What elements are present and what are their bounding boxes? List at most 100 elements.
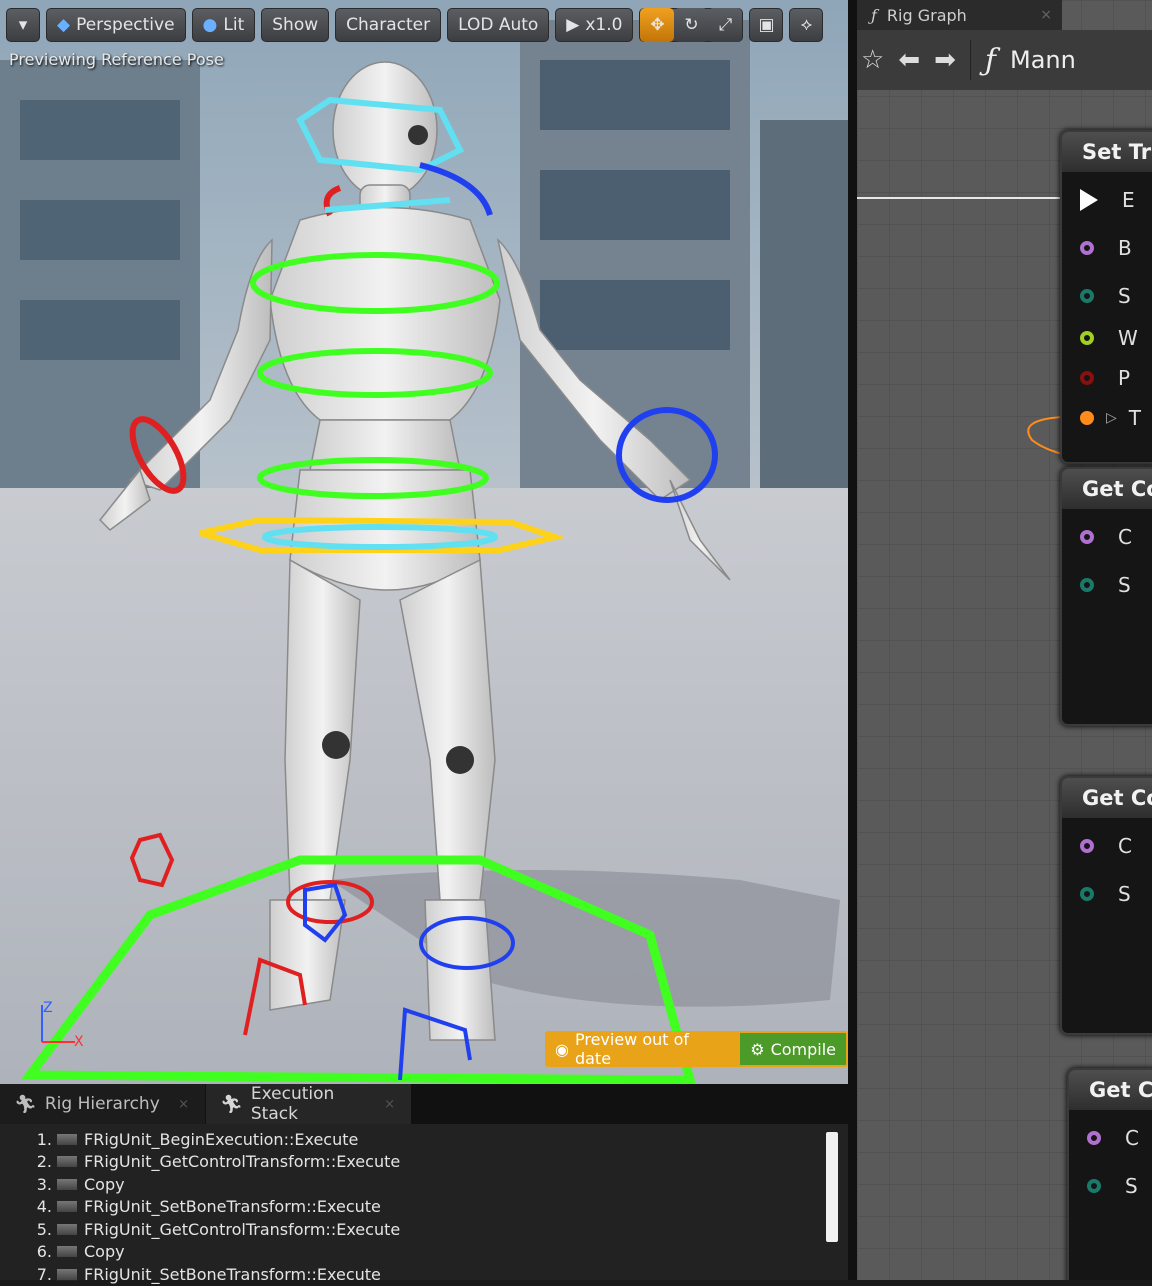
set-transform-node[interactable]: Set Tra E B S W P ▷ T [1060, 130, 1152, 464]
item-label: FRigUnit_SetBoneTransform::Execute [84, 1197, 381, 1217]
expand-arrow-icon[interactable]: ▷ [1106, 410, 1117, 426]
bone-pin[interactable]: B [1080, 236, 1132, 260]
pin-icon [1080, 530, 1094, 544]
item-label: Copy [84, 1242, 125, 1262]
rig-unit-icon [56, 1132, 78, 1146]
star-icon[interactable]: ☆ [861, 45, 884, 75]
list-item[interactable]: 6. Copy [0, 1241, 820, 1264]
back-arrow-icon[interactable]: ⬅ [898, 45, 920, 75]
pin-label: S [1118, 573, 1131, 597]
item-number: 2. [36, 1152, 52, 1172]
pin-icon [1080, 887, 1094, 901]
rotate-icon[interactable]: ↻ [674, 8, 709, 42]
scale-icon[interactable]: ⤢ [708, 8, 743, 42]
snap-icon: ⟡ [800, 15, 813, 35]
exec-pin[interactable]: E [1080, 188, 1135, 212]
rig-unit-icon [56, 1245, 78, 1259]
function-icon: ƒ [871, 5, 877, 25]
tab-rig-graph[interactable]: ƒ Rig Graph × [857, 0, 1062, 30]
control-pin[interactable]: C [1080, 525, 1132, 549]
compile-button[interactable]: ⚙ Compile [738, 1031, 848, 1067]
item-number: 1. [36, 1129, 52, 1149]
gear-icon: ⚙ [750, 1039, 765, 1059]
play-speed-label: x1.0 [585, 15, 623, 35]
pin-icon [1080, 289, 1094, 303]
compile-status-group: ◉ Preview out of date ⚙ Compile [545, 1030, 848, 1068]
coordinate-space-button[interactable]: ▣ [749, 8, 784, 42]
graph-breadcrumb-name: Mann [1010, 46, 1076, 74]
bottom-panel: 🏃︎ Rig Hierarchy × 🏃︎ Execution Stack × … [0, 1084, 848, 1284]
viewport[interactable]: Z X ▾ ◆ Perspective ● Lit Show Character… [0, 0, 848, 1084]
translate-icon[interactable]: ✥ [640, 8, 675, 42]
item-label: FRigUnit_GetControlTransform::Execute [84, 1219, 401, 1239]
transform-pin[interactable]: ▷ T [1080, 406, 1141, 430]
list-item[interactable]: 4. FRigUnit_SetBoneTransform::Execute [0, 1196, 820, 1219]
rig-graph-tab-label: Rig Graph [886, 5, 967, 25]
propagate-pin[interactable]: P [1080, 366, 1130, 390]
close-icon[interactable]: × [178, 1097, 189, 1112]
item-number: 6. [36, 1242, 52, 1262]
viewport-toolbar: ▾ ◆ Perspective ● Lit Show Character LOD… [6, 8, 848, 44]
rig-unit-icon [56, 1222, 78, 1236]
show-label: Show [272, 15, 319, 35]
tab-execution-stack[interactable]: 🏃︎ Execution Stack × [206, 1084, 412, 1124]
axis-z-label: Z [43, 1000, 53, 1016]
preview-out-of-date-label: Preview out of date [574, 1030, 690, 1068]
sphere-icon: ● [202, 15, 218, 35]
space-pin[interactable]: S [1087, 1174, 1138, 1198]
rig-unit-icon [56, 1267, 78, 1281]
control-pin[interactable]: C [1087, 1126, 1139, 1150]
pin-label: W [1118, 326, 1138, 350]
preview-status-text: Previewing Reference Pose [9, 50, 224, 69]
play-speed-button[interactable]: ▶ x1.0 [555, 8, 634, 42]
list-item[interactable]: 1. FRigUnit_BeginExecution::Execute [0, 1128, 820, 1151]
item-number: 3. [36, 1174, 52, 1194]
list-item[interactable]: 5. FRigUnit_GetControlTransform::Execute [0, 1218, 820, 1241]
node-title: Get Co [1062, 469, 1152, 509]
panel-splitter[interactable] [848, 0, 857, 1280]
list-item[interactable]: 3. Copy [0, 1173, 820, 1196]
viewport-scene[interactable]: Z X [0, 0, 848, 1084]
weight-pin[interactable]: W [1080, 326, 1138, 350]
node-title: Get Co [1069, 1070, 1152, 1110]
execution-stack-list: 1. FRigUnit_BeginExecution::Execute 2. FRi… [0, 1128, 820, 1286]
tab-rig-hierarchy[interactable]: 🏃︎ Rig Hierarchy × [0, 1084, 206, 1124]
pin-label: E [1122, 188, 1135, 212]
camera-icon: ◆ [57, 15, 71, 35]
rig-graph-editor[interactable]: ƒ Rig Graph × ☆ ⬅ ➡ ƒ Mann Set Tra E B S… [857, 0, 1152, 1280]
transform-tools-group: ✥ ↻ ⤢ [639, 8, 744, 42]
show-button[interactable]: Show [261, 8, 330, 42]
rig-unit-icon [56, 1155, 78, 1169]
node-title: Set Tra [1062, 132, 1152, 172]
pin-icon [1080, 839, 1094, 853]
close-icon[interactable]: × [384, 1097, 395, 1112]
surface-snap-button[interactable]: ⟡ [789, 8, 824, 42]
list-item[interactable]: 2. FRigUnit_GetControlTransform::Execute [0, 1151, 820, 1174]
space-pin[interactable]: S [1080, 882, 1131, 906]
pin-icon [1080, 411, 1094, 425]
space-pin[interactable]: S [1080, 284, 1131, 308]
get-control-node[interactable]: Get Co C S [1067, 1068, 1152, 1280]
item-number: 4. [36, 1197, 52, 1217]
pin-label: B [1118, 236, 1132, 260]
space-pin[interactable]: S [1080, 573, 1131, 597]
control-pin[interactable]: C [1080, 834, 1132, 858]
lit-label: Lit [223, 15, 245, 35]
lit-button[interactable]: ● Lit [191, 8, 256, 42]
list-item[interactable]: 7. FRigUnit_SetBoneTransform::Execute [0, 1263, 820, 1286]
pin-label: P [1118, 366, 1131, 390]
character-label: Character [346, 15, 431, 35]
pin-label: C [1118, 834, 1132, 858]
perspective-button[interactable]: ◆ Perspective [46, 8, 186, 42]
pin-label: S [1118, 882, 1131, 906]
get-control-node[interactable]: Get Co C S [1060, 467, 1152, 726]
scrollbar[interactable] [826, 1132, 838, 1242]
character-button[interactable]: Character [335, 8, 442, 42]
get-control-node[interactable]: Get Co C S [1060, 776, 1152, 1035]
forward-arrow-icon[interactable]: ➡ [934, 45, 956, 75]
pin-icon [1080, 241, 1094, 255]
close-icon[interactable]: × [1040, 7, 1052, 23]
viewport-options-button[interactable]: ▾ [6, 8, 40, 42]
running-figure-icon: 🏃︎ [220, 1093, 243, 1115]
lod-button[interactable]: LOD Auto [447, 8, 550, 42]
